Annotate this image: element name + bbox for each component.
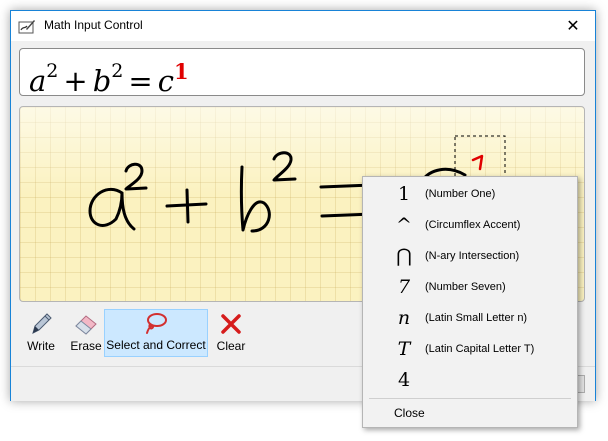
preview-exp-a: 2 xyxy=(46,60,59,82)
eraser-icon xyxy=(75,315,97,335)
preview-plus: + xyxy=(63,64,88,96)
math-preview: a2 + b2 = c1 xyxy=(19,48,585,96)
menu-item-nary-intersection[interactable]: ⋂ (N-ary Intersection) xyxy=(365,241,575,272)
menu-item-label: (Number One) xyxy=(425,188,496,200)
menu-item-glyph: 4 xyxy=(397,369,411,391)
title-bar: Math Input Control ✕ xyxy=(11,11,595,41)
menu-item-label: (Latin Capital Letter T) xyxy=(425,343,535,355)
ink-a xyxy=(88,187,136,231)
select-and-correct-label: Select and Correct xyxy=(106,338,206,352)
menu-item-glyph: T xyxy=(397,338,411,360)
preview-var-a: a xyxy=(29,64,47,96)
preview-var-b: b xyxy=(92,64,112,96)
menu-item-label: (Number Seven) xyxy=(425,281,506,293)
menu-item-label: (Latin Small Letter n) xyxy=(425,312,528,324)
menu-item-glyph: n xyxy=(397,307,411,329)
menu-separator xyxy=(369,398,571,399)
write-label: Write xyxy=(27,339,55,353)
erase-button[interactable]: Erase xyxy=(63,309,109,357)
window-title: Math Input Control xyxy=(44,18,143,32)
menu-item-latin-capital-t[interactable]: T (Latin Capital Letter T) xyxy=(365,334,575,365)
preview-exp-b: 2 xyxy=(111,60,124,82)
red-x-icon xyxy=(221,314,241,334)
menu-item-latin-small-n[interactable]: n (Latin Small Letter n) xyxy=(365,303,575,334)
menu-item-number-seven[interactable]: 7 (Number Seven) xyxy=(365,272,575,303)
menu-item-label: (N-ary Intersection) xyxy=(425,250,520,262)
preview-var-c: c xyxy=(157,64,174,96)
menu-item-number-four[interactable]: 4 xyxy=(365,365,575,396)
menu-item-glyph: 1 xyxy=(397,183,411,205)
erase-label: Erase xyxy=(70,339,102,353)
ink-plus-v xyxy=(185,188,190,224)
select-and-correct-button[interactable]: Select and Correct xyxy=(104,309,208,357)
ink-exp-2-b xyxy=(272,151,297,182)
menu-item-glyph: 7 xyxy=(397,276,411,298)
menu-item-label: (Circumflex Accent) xyxy=(425,219,521,231)
ink-exp-2-a xyxy=(124,162,148,191)
menu-item-circumflex-accent[interactable]: ^ (Circumflex Accent) xyxy=(365,210,575,241)
preview-equals: = xyxy=(128,64,153,96)
menu-close-label: Close xyxy=(394,406,425,420)
ink-b xyxy=(239,165,271,233)
write-button[interactable]: Write xyxy=(19,309,63,357)
menu-item-glyph: ^ xyxy=(396,214,412,236)
correction-menu: 1 (Number One) ^ (Circumflex Accent) ⋂ (… xyxy=(362,176,578,428)
close-window-button[interactable]: ✕ xyxy=(551,11,595,41)
preview-correction-marker: 1 xyxy=(173,59,189,84)
lasso-icon xyxy=(146,313,167,334)
menu-item-number-one[interactable]: 1 (Number One) xyxy=(365,179,575,210)
menu-close-button[interactable]: Close xyxy=(365,401,575,425)
menu-item-glyph: ⋂ xyxy=(396,245,412,267)
clear-label: Clear xyxy=(216,339,246,353)
ink-selected-stroke xyxy=(471,154,484,171)
pen-ink-icon xyxy=(18,20,35,34)
clear-button[interactable]: Clear xyxy=(211,309,251,357)
pen-icon xyxy=(32,313,52,334)
